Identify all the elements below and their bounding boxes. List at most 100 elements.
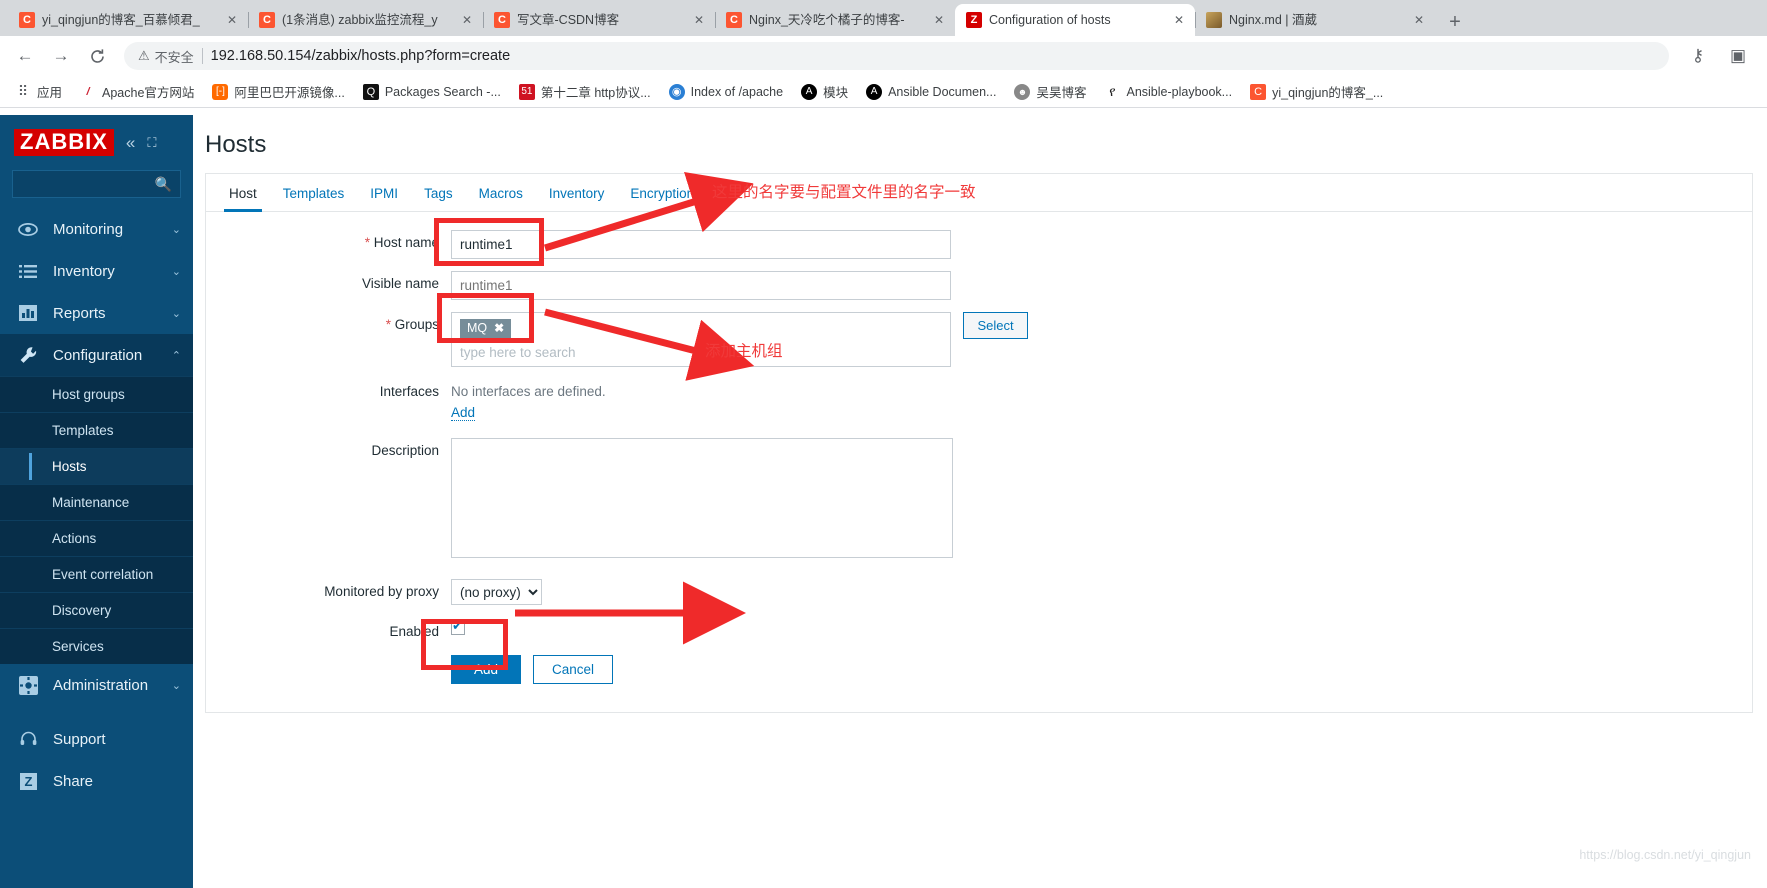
sidebar-item-event-correlation[interactable]: Event correlation — [0, 556, 193, 592]
sidebar-search-input[interactable]: 🔍 — [12, 170, 181, 198]
browser-tab[interactable]: C Nginx_天冷吃个橘子的博客- ✕ — [715, 4, 955, 36]
sidebar-footer: Support Z Share — [0, 706, 193, 802]
tab-title: Configuration of hosts — [989, 13, 1111, 27]
tab-close-icon[interactable]: ✕ — [224, 13, 240, 27]
magnifier-icon: Q — [362, 83, 379, 100]
visible-name-input[interactable] — [451, 271, 951, 300]
enabled-label: Enabled — [389, 624, 439, 639]
sidebar-item-reports[interactable]: Reports ⌄ — [0, 292, 193, 334]
interfaces-label: Interfaces — [379, 384, 439, 399]
insecure-label: 不安全 — [154, 49, 194, 65]
sidebar-item-configuration[interactable]: Configuration ⌃ — [0, 334, 193, 376]
sidebar-item-label: Share — [53, 772, 94, 790]
collapse-sidebar-icon[interactable]: « — [126, 133, 135, 153]
group-chip-mq[interactable]: MQ ✖ — [460, 319, 512, 338]
groups-multiselect[interactable]: MQ ✖ type here to search — [451, 312, 951, 367]
tab-close-icon[interactable]: ✕ — [1411, 13, 1427, 27]
tab-host[interactable]: Host — [216, 174, 270, 212]
browser-tab[interactable]: C 写文章-CSDN博客 ✕ — [483, 4, 715, 36]
toolbar-right: ⚷ ▣ — [1683, 41, 1757, 71]
bookmark-item[interactable]: 51 第十二章 http协议... — [512, 80, 658, 103]
chevron-down-icon: ⌄ — [171, 223, 181, 236]
sidebar-item-monitoring[interactable]: Monitoring ⌄ — [0, 208, 193, 250]
forward-icon[interactable]: → — [46, 41, 76, 71]
bookmark-item[interactable]: የ Ansible-playbook... — [1097, 82, 1239, 102]
sidebar-item-hosts[interactable]: Hosts — [0, 448, 193, 484]
bookmark-item[interactable]: / Apache官方网站 — [73, 80, 201, 103]
alibaba-icon: [-] — [212, 83, 229, 100]
cancel-button[interactable]: Cancel — [533, 655, 614, 684]
reload-icon[interactable] — [82, 41, 112, 71]
sidebar-item-templates[interactable]: Templates — [0, 412, 193, 448]
headset-icon — [17, 729, 39, 749]
tab-inventory[interactable]: Inventory — [536, 174, 618, 211]
chevron-down-icon: ⌄ — [171, 265, 181, 278]
tab-encryption[interactable]: Encryption — [617, 174, 707, 211]
tab-close-icon[interactable]: ✕ — [931, 13, 947, 27]
groups-search-placeholder[interactable]: type here to search — [460, 338, 942, 360]
bookmark-item[interactable]: Q Packages Search -... — [356, 82, 508, 102]
address-bar[interactable]: ⚠ 不安全 192.168.50.154/zabbix/hosts.php?fo… — [124, 42, 1669, 70]
bookmark-item[interactable]: C yi_qingjun的博客_... — [1243, 80, 1390, 103]
browser-tab[interactable]: C yi_qingjun的博客_百慕倾君_ ✕ — [8, 4, 248, 36]
new-tab-button[interactable]: + — [1441, 8, 1469, 36]
tab-macros[interactable]: Macros — [466, 174, 536, 211]
search-icon: 🔍 — [154, 175, 172, 192]
proxy-select[interactable]: (no proxy) — [451, 579, 542, 605]
bookmark-label: yi_qingjun的博客_... — [1272, 86, 1384, 100]
tab-templates[interactable]: Templates — [270, 174, 358, 211]
omnibox-divider — [201, 48, 203, 64]
tab-close-icon[interactable]: ✕ — [459, 13, 475, 27]
browser-tab-active[interactable]: Z Configuration of hosts ✕ — [955, 4, 1195, 36]
remove-chip-icon[interactable]: ✖ — [494, 322, 504, 334]
hide-sidebar-icon[interactable]: ⛶ — [147, 135, 156, 151]
add-interface-link[interactable]: Add — [451, 405, 476, 421]
sidebar-item-label: Inventory — [53, 262, 115, 280]
tab-tags[interactable]: Tags — [411, 174, 466, 211]
sidebar-item-administration[interactable]: Administration ⌄ — [0, 664, 193, 706]
bookmark-item[interactable]: ☻ 吴昊博客 — [1007, 80, 1093, 103]
description-label: Description — [371, 443, 439, 458]
bookmark-apps[interactable]: ⠿ 应用 — [8, 80, 69, 103]
configuration-submenu: Host groups Templates Hosts Maintenance … — [0, 376, 193, 664]
bookmark-item[interactable]: A 模块 — [794, 80, 855, 103]
csdn-icon: C — [259, 12, 275, 28]
browser-chrome: C yi_qingjun的博客_百慕倾君_ ✕ C (1条消息) zabbix监… — [0, 0, 1767, 108]
sidebar-item-host-groups[interactable]: Host groups — [0, 376, 193, 412]
sidebar-item-share[interactable]: Z Share — [0, 760, 193, 802]
ansible-icon: A — [866, 83, 883, 100]
enabled-checkbox[interactable] — [451, 618, 465, 635]
apache-feather-icon: / — [86, 85, 90, 98]
sidebar-item-actions[interactable]: Actions — [0, 520, 193, 556]
back-icon[interactable]: ← — [10, 41, 40, 71]
zabbix-logo[interactable]: ZABBIX — [14, 129, 114, 156]
tab-strip: C yi_qingjun的博客_百慕倾君_ ✕ C (1条消息) zabbix监… — [0, 0, 1767, 36]
bookmark-item[interactable]: A Ansible Documen... — [859, 82, 1003, 102]
browser-tab[interactable]: Nginx.md | 酒葳 ✕ — [1195, 4, 1435, 36]
main-content: Hosts Host Templates IPMI Tags Macros In… — [193, 115, 1767, 888]
bookmark-item[interactable]: [-] 阿里巴巴开源镜像... — [205, 80, 351, 103]
sidebar: ZABBIX « ⛶ 🔍 Monitoring ⌄ Inventory ⌄ Re… — [0, 115, 193, 888]
sidebar-item-maintenance[interactable]: Maintenance — [0, 484, 193, 520]
zabbix-z-icon: Z — [17, 771, 39, 791]
add-button[interactable]: Add — [451, 655, 522, 684]
select-button[interactable]: Select — [963, 312, 1028, 339]
extension-icon[interactable]: ▣ — [1723, 41, 1753, 71]
host-name-input[interactable] — [451, 230, 951, 259]
bookmark-label: 第十二章 http协议... — [540, 86, 651, 100]
sidebar-item-services[interactable]: Services — [0, 628, 193, 664]
sidebar-header: ZABBIX « ⛶ — [0, 115, 193, 164]
image-icon — [1206, 12, 1222, 28]
tab-close-icon[interactable]: ✕ — [691, 13, 707, 27]
sidebar-item-inventory[interactable]: Inventory ⌄ — [0, 250, 193, 292]
bookmark-item[interactable]: ◉ Index of /apache — [662, 82, 790, 102]
password-key-icon[interactable]: ⚷ — [1683, 41, 1713, 71]
sidebar-item-discovery[interactable]: Discovery — [0, 592, 193, 628]
description-textarea[interactable] — [451, 438, 953, 558]
browser-tab[interactable]: C (1条消息) zabbix监控流程_y ✕ — [248, 4, 483, 36]
bookmark-label: 吴昊博客 — [1036, 86, 1087, 100]
host-name-label: * Host name — [206, 230, 451, 250]
tab-ipmi[interactable]: IPMI — [357, 174, 411, 211]
sidebar-item-support[interactable]: Support — [0, 718, 193, 760]
tab-close-icon[interactable]: ✕ — [1171, 13, 1187, 27]
